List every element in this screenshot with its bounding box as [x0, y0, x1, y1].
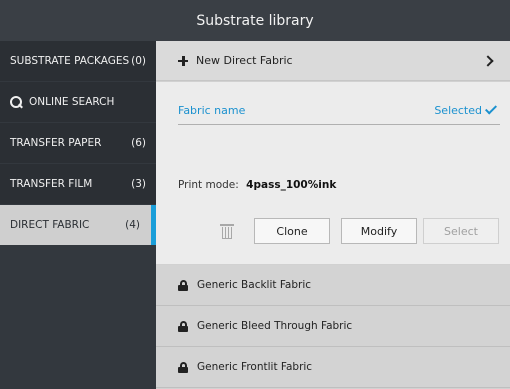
sidebar-item-label: ONLINE SEARCH	[29, 96, 115, 108]
sidebar-item-count: (6)	[131, 137, 146, 149]
list-item[interactable]: Generic Backlit Fabric	[156, 265, 510, 306]
new-direct-fabric-row[interactable]: New Direct Fabric	[156, 41, 510, 81]
sidebar-item-label: DIRECT FABRIC	[10, 219, 90, 231]
modify-button[interactable]: Modify	[341, 218, 417, 244]
list-item[interactable]: Generic Bleed Through Fabric	[156, 306, 510, 347]
main-panel: New Direct Fabric Fabric name Selected P…	[156, 41, 510, 389]
clone-button[interactable]: Clone	[254, 218, 330, 244]
check-icon	[484, 102, 498, 115]
chevron-right-icon	[482, 54, 494, 67]
select-button[interactable]: Select	[423, 218, 499, 244]
print-mode: Print mode: 4pass_100%ink	[178, 179, 336, 191]
sidebar-item-transfer-film[interactable]: TRANSFER FILM (3)	[0, 164, 156, 204]
delete-button[interactable]	[215, 219, 239, 243]
print-mode-label: Print mode:	[178, 179, 239, 191]
fabric-item-label: Generic Bleed Through Fabric	[197, 320, 353, 332]
fabric-header: Fabric name Selected	[178, 97, 500, 125]
search-icon	[10, 95, 23, 109]
sidebar-item-count: (4)	[125, 219, 140, 231]
fabric-item-label: Generic Frontlit Fabric	[197, 361, 313, 373]
sidebar-item-label: SUBSTRATE PACKAGES	[10, 55, 130, 67]
sidebar-item-label: TRANSFER PAPER	[10, 137, 102, 149]
sidebar-item-direct-fabric[interactable]: DIRECT FABRIC (4)	[0, 205, 156, 245]
selected-status: Selected	[434, 104, 482, 117]
plus-icon	[178, 55, 188, 66]
sidebar-item-count: (0)	[131, 55, 146, 67]
fabric-item-label: Generic Backlit Fabric	[197, 279, 312, 291]
print-mode-value: 4pass_100%ink	[246, 179, 337, 191]
lock-icon	[178, 361, 188, 373]
sidebar-item-substrate-packages[interactable]: SUBSTRATE PACKAGES (0)	[0, 41, 156, 81]
app-title-bar: Substrate library	[0, 0, 510, 41]
page-title: Substrate library	[196, 12, 314, 29]
sidebar-item-online-search[interactable]: ONLINE SEARCH	[0, 82, 156, 122]
fabric-name-label: Fabric name	[178, 104, 246, 117]
sidebar: SUBSTRATE PACKAGES (0) ONLINE SEARCH TRA…	[0, 41, 156, 389]
sidebar-item-transfer-paper[interactable]: TRANSFER PAPER (6)	[0, 123, 156, 163]
new-direct-fabric-label: New Direct Fabric	[196, 54, 293, 67]
lock-icon	[178, 279, 188, 291]
sidebar-item-label: TRANSFER FILM	[10, 178, 93, 190]
sidebar-item-count: (3)	[131, 178, 146, 190]
trash-icon	[220, 223, 234, 239]
list-item[interactable]: Generic Frontlit Fabric	[156, 347, 510, 388]
fabric-detail-panel: Fabric name Selected Print mode: 4pass_1…	[156, 82, 510, 264]
lock-icon	[178, 320, 188, 332]
